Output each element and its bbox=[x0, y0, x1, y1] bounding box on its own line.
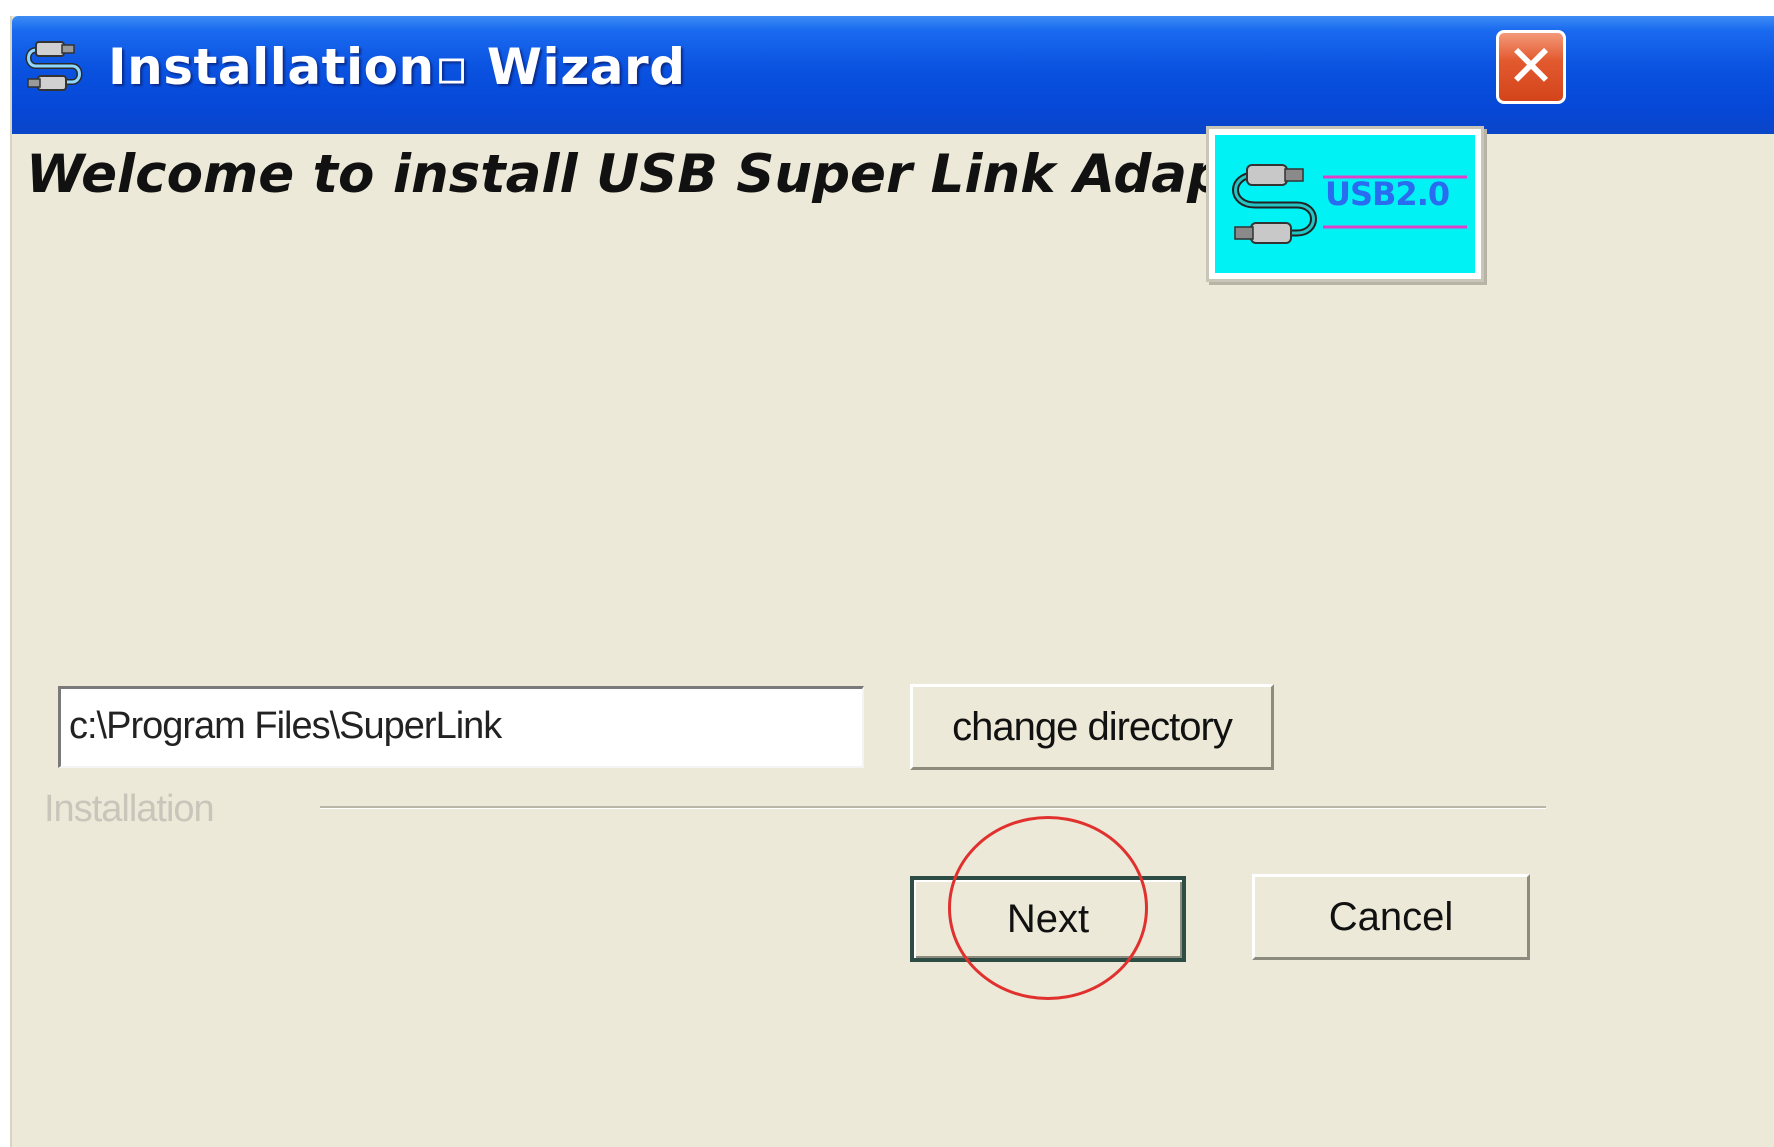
title-bar[interactable]: Installation▫ Wizard ✕ bbox=[12, 16, 1774, 134]
install-path-input[interactable]: c:\Program Files\SuperLink bbox=[58, 686, 864, 768]
next-button[interactable]: Next bbox=[910, 876, 1186, 962]
change-directory-button[interactable]: change directory bbox=[910, 684, 1274, 770]
welcome-heading: Welcome to install USB Super Link Adapte… bbox=[26, 144, 1313, 205]
usb-cable-icon bbox=[25, 41, 83, 91]
close-icon: ✕ bbox=[1506, 32, 1556, 100]
group-divider bbox=[320, 806, 1546, 809]
product-logo: USB2.0 bbox=[1206, 126, 1484, 282]
window-title: Installation▫ Wizard bbox=[108, 38, 686, 96]
close-button[interactable]: ✕ bbox=[1496, 30, 1566, 104]
installation-group-label: Installation bbox=[44, 788, 215, 830]
logo-background: USB2.0 bbox=[1215, 135, 1475, 273]
cancel-button[interactable]: Cancel bbox=[1252, 874, 1530, 960]
installation-wizard-window: Installation▫ Wizard ✕ Welcome to instal… bbox=[10, 16, 1774, 1147]
logo-label: USB2.0 bbox=[1325, 175, 1450, 213]
